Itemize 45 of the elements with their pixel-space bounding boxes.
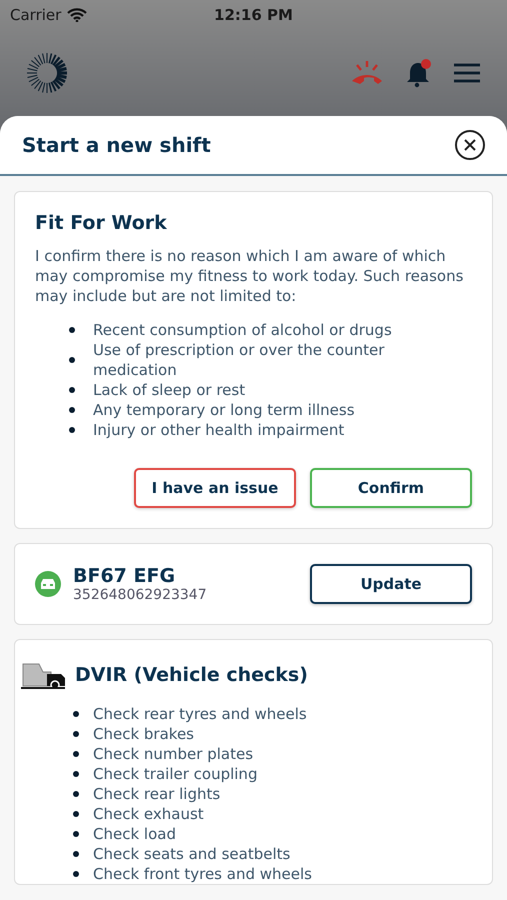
carrier-label: Carrier [10, 6, 62, 24]
card-title: DVIR (Vehicle checks) [75, 664, 308, 686]
reason-text: Use of prescription or over the counter medication [93, 340, 386, 380]
bullet-icon [69, 387, 75, 393]
check-text: Check load [93, 824, 176, 844]
close-icon [463, 138, 477, 152]
reason-text: Injury or other health impairment [93, 420, 344, 440]
bullet-icon [73, 791, 79, 797]
check-text: Check trailer coupling [93, 764, 258, 784]
check-text: Check rear tyres and wheels [93, 704, 307, 724]
bullet-icon [73, 831, 79, 837]
wifi-icon [67, 8, 88, 22]
bullet-icon [69, 327, 75, 333]
check-text: Check seats and seatbelts [93, 844, 290, 864]
vehicle-registration: BF67 EFG [73, 565, 176, 587]
card-title: Fit For Work [35, 212, 168, 234]
check-text: Check number plates [93, 744, 254, 764]
bullet-icon [69, 427, 75, 433]
issue-button[interactable]: I have an issue [134, 468, 296, 508]
bullet-icon [73, 811, 79, 817]
bullet-icon [73, 711, 79, 717]
intro-text: I confirm there is no reason which I am aware of which may compromise my fitness to work today. Such reasons may include but are not limited to: [35, 246, 464, 306]
check-text: Check brakes [93, 724, 194, 744]
check-text: Check front tyres and wheels [93, 864, 312, 884]
logo-icon [26, 52, 68, 94]
bullet-icon [69, 357, 75, 363]
bullet-icon [73, 871, 79, 877]
vehicle-number: 352648062923347 [73, 587, 208, 603]
reason-text: Lack of sleep or rest [93, 380, 246, 400]
check-text: Check exhaust [93, 804, 204, 824]
reason-text: Any temporary or long term illness [93, 400, 355, 420]
close-button[interactable] [455, 130, 485, 160]
status-time: 12:16 PM [214, 6, 293, 24]
bullet-icon [73, 731, 79, 737]
bullet-icon [73, 751, 79, 757]
sheet-title: Start a new shift [22, 133, 211, 157]
bullet-icon [69, 407, 75, 413]
reason-text: Recent consumption of alcohol or drugs [93, 320, 392, 340]
bullet-icon [73, 771, 79, 777]
menu-icon[interactable] [453, 62, 481, 82]
bell-icon[interactable] [405, 58, 433, 88]
update-button[interactable]: Update [310, 564, 472, 604]
confirm-button[interactable]: Confirm [310, 468, 472, 508]
check-text: Check rear lights [93, 784, 220, 804]
bullet-icon [73, 851, 79, 857]
